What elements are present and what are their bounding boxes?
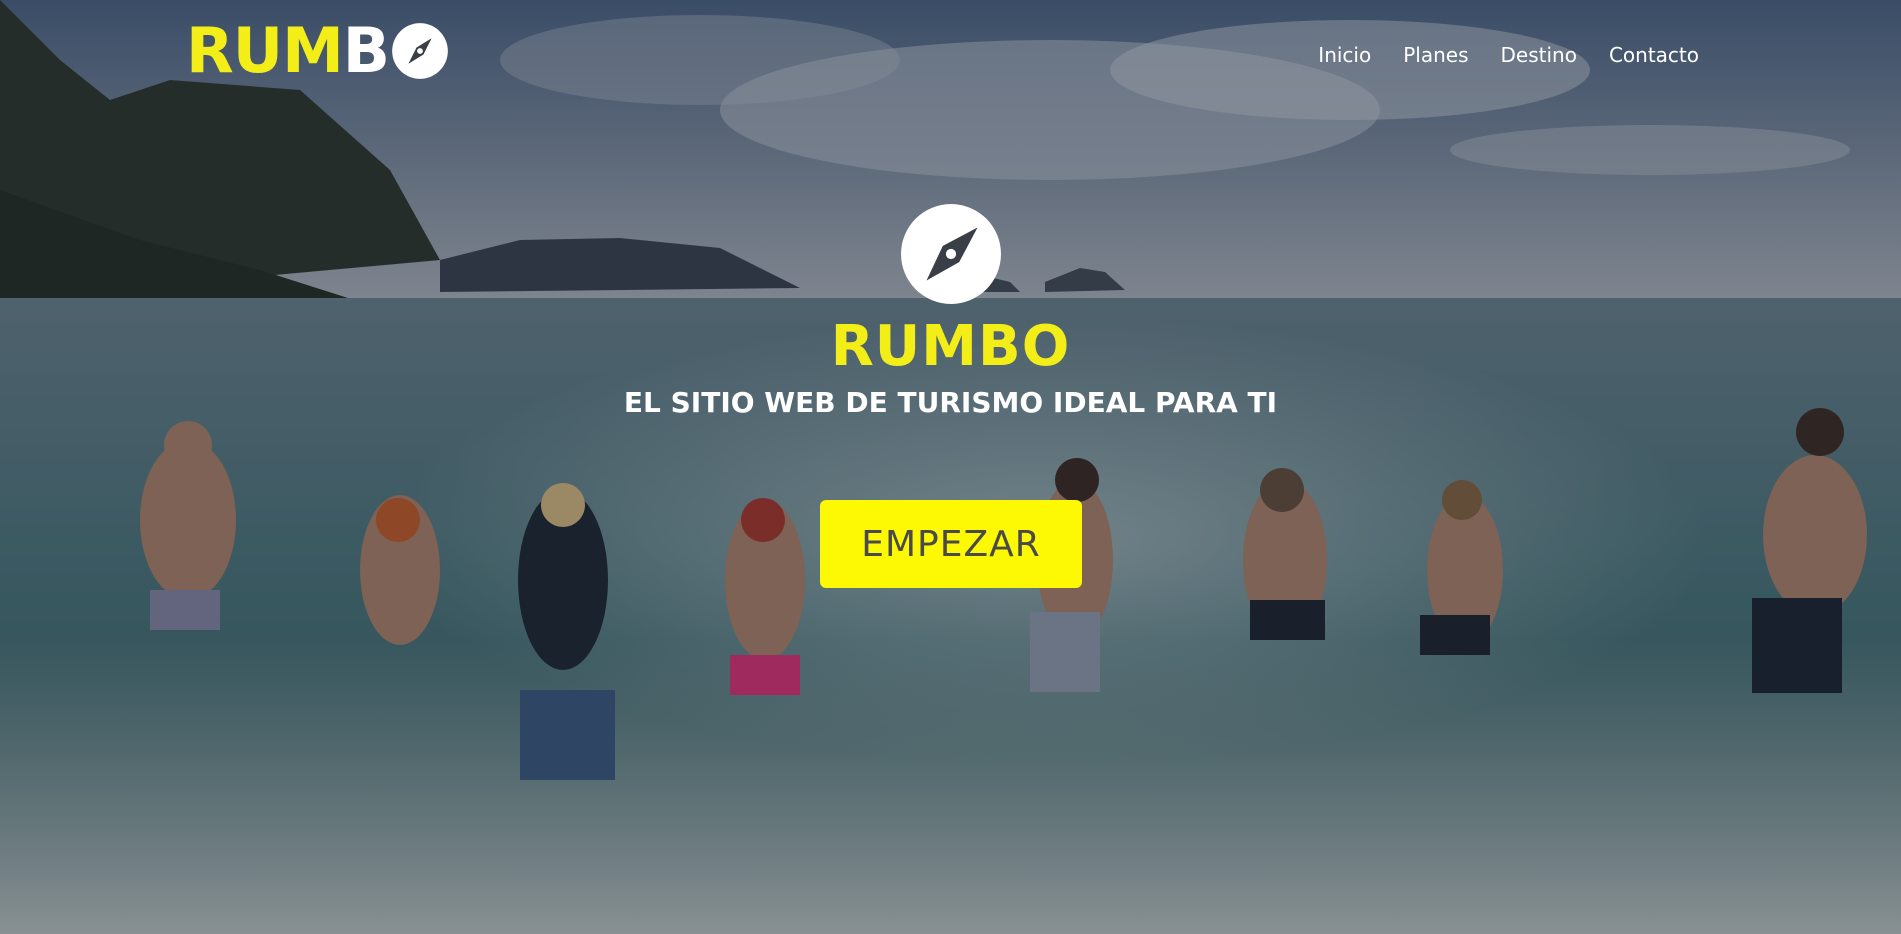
logo-link[interactable]: RUMB [186,20,449,82]
hero-title: RUMBO [830,314,1071,379]
hero-tagline: EL SITIO WEB DE TURISMO IDEAL PARA TI [623,386,1278,419]
hero-content: RUMBO EL SITIO WEB DE TURISMO IDEAL PARA… [0,203,1901,421]
logo-text-white: B [342,14,390,87]
compass-icon [900,204,1001,304]
dark-overlay [0,0,1901,934]
nav-contacto[interactable]: Contacto [1609,42,1699,68]
logo-text: RUMB [186,20,390,82]
nav-destino[interactable]: Destino [1501,42,1577,68]
logo-text-yellow: RUM [186,14,344,87]
site-header: RUMB Inicio Planes Destino Contacto [0,0,1901,110]
main-nav: Inicio Planes Destino Contacto [1318,42,1699,68]
nav-planes[interactable]: Planes [1403,42,1468,68]
start-button[interactable]: EMPEZAR [820,500,1082,588]
compass-icon [392,23,448,79]
nav-inicio[interactable]: Inicio [1318,42,1371,68]
hero-section: RUMB Inicio Planes Destino Contacto RUMB… [0,0,1901,934]
